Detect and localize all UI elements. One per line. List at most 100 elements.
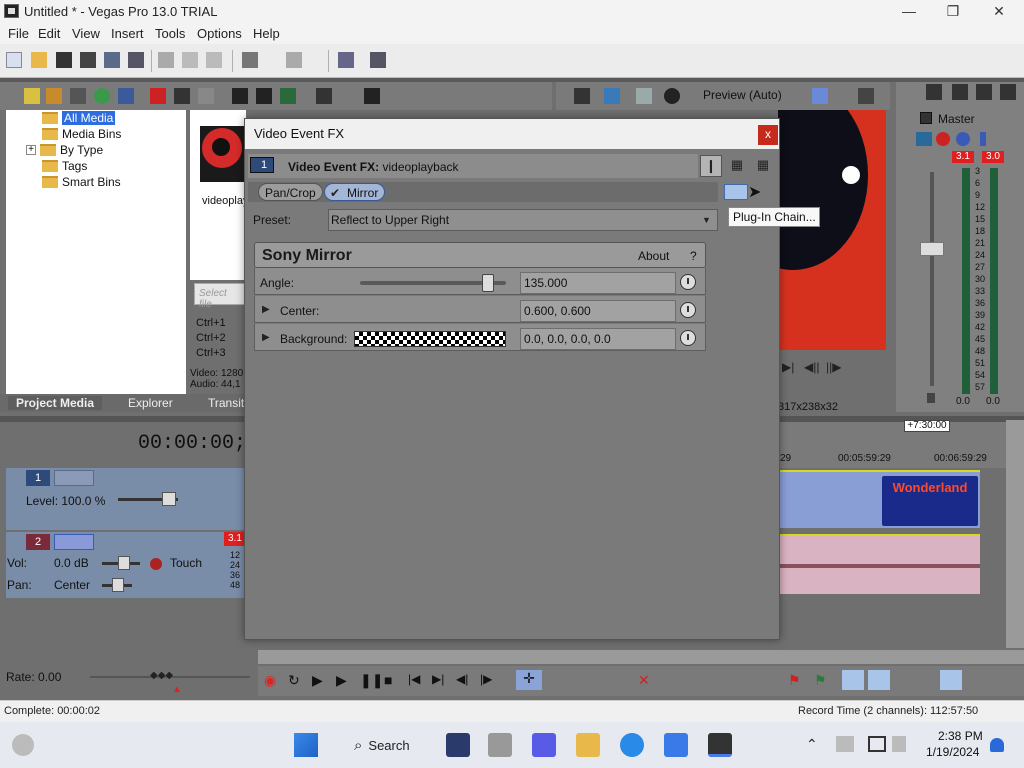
- tree-item-by-type[interactable]: + By Type: [26, 142, 103, 158]
- solo-icon[interactable]: [980, 132, 986, 146]
- audio-track-header[interactable]: 2 Vol: 0.0 dB Touch Pan: Center 3.1 12 2…: [6, 532, 246, 598]
- angle-value-field[interactable]: 135.000: [520, 272, 676, 294]
- auto-preview-icon[interactable]: [280, 88, 296, 104]
- preview-properties-icon[interactable]: [574, 88, 590, 104]
- open-folder-icon[interactable]: [31, 52, 47, 68]
- tree-item-all-media[interactable]: All Media: [42, 110, 116, 126]
- loop-icon[interactable]: ↻: [288, 672, 300, 689]
- overlays-icon[interactable]: [812, 88, 828, 104]
- menu-options[interactable]: Options: [197, 26, 242, 41]
- tree-item-tags[interactable]: Tags: [42, 158, 87, 174]
- premiere-icon[interactable]: [446, 733, 470, 757]
- tab-project-media[interactable]: Project Media: [8, 396, 103, 410]
- auto-ripple-icon[interactable]: [842, 670, 864, 690]
- weather-icon[interactable]: [12, 734, 34, 756]
- chevron-down-icon[interactable]: ▼: [702, 215, 711, 225]
- vegas-taskbar-icon[interactable]: [708, 733, 732, 757]
- menu-insert[interactable]: Insert: [111, 26, 144, 41]
- clock-date[interactable]: 1/19/2024: [926, 745, 979, 759]
- automation-gear-icon[interactable]: [150, 558, 162, 570]
- pause-icon[interactable]: ❚❚: [360, 672, 383, 689]
- background-color-swatch[interactable]: [354, 331, 506, 347]
- media-search-input[interactable]: Select file: [194, 283, 246, 310]
- dialog-close-button[interactable]: x: [758, 125, 778, 145]
- automation-mode[interactable]: Touch: [170, 556, 202, 570]
- redo-icon[interactable]: [286, 52, 302, 68]
- display-icon[interactable]: [868, 736, 886, 752]
- capture-video-icon[interactable]: [46, 88, 62, 104]
- lock-envelopes-icon[interactable]: [868, 670, 890, 690]
- insert-fx-icon[interactable]: [916, 132, 932, 146]
- close-button[interactable]: ✕: [976, 0, 1022, 24]
- background-keyframe-icon[interactable]: [680, 330, 696, 346]
- paste-icon[interactable]: [206, 52, 222, 68]
- tab-explorer[interactable]: Explorer: [128, 396, 173, 410]
- save-icon[interactable]: [56, 52, 72, 68]
- master-fader[interactable]: [920, 242, 944, 256]
- menu-file[interactable]: File: [8, 26, 29, 41]
- layout-grid-icon[interactable]: ▦: [752, 155, 774, 177]
- play-from-start-icon[interactable]: ▶: [312, 672, 323, 689]
- snapping-icon[interactable]: [940, 670, 962, 690]
- edit-tool-icon[interactable]: ✛: [516, 670, 542, 690]
- mute-icon[interactable]: [952, 84, 968, 100]
- task-view-icon[interactable]: [488, 733, 512, 757]
- next-frame-icon[interactable]: ▶|: [782, 360, 794, 374]
- marker-icon[interactable]: ⚑: [788, 672, 801, 689]
- properties-icon[interactable]: [174, 88, 190, 104]
- preset-dropdown[interactable]: Reflect to Upper Right: [328, 209, 718, 231]
- play-preview-icon[interactable]: [232, 88, 248, 104]
- expand-icon[interactable]: +: [26, 145, 36, 155]
- chevron-up-icon[interactable]: ⌃: [806, 736, 818, 753]
- go-end-icon[interactable]: ▶|: [432, 672, 444, 686]
- timeline-vertical-scrollbar[interactable]: [1006, 420, 1024, 648]
- chain-plugin-pan-crop[interactable]: Pan/Crop: [258, 183, 323, 201]
- cut-icon[interactable]: [158, 52, 174, 68]
- menu-edit[interactable]: Edit: [38, 26, 60, 41]
- frame-back-icon[interactable]: ◀||: [804, 360, 819, 374]
- taskbar-search-button[interactable]: ⌕ Search: [344, 730, 436, 760]
- preview-quality-dropdown[interactable]: Preview (Auto): [703, 88, 782, 102]
- menu-view[interactable]: View: [72, 26, 100, 41]
- volume-icon[interactable]: [892, 736, 906, 752]
- background-value-field[interactable]: 0.0, 0.0, 0.0, 0.0: [520, 328, 676, 350]
- menu-help[interactable]: Help: [253, 26, 280, 41]
- prev-frame-icon[interactable]: ◀|: [456, 672, 468, 686]
- plugin-chain-icon[interactable]: [724, 184, 748, 200]
- fx-gear-icon[interactable]: [936, 132, 950, 146]
- region-icon[interactable]: ⚑: [814, 672, 827, 689]
- center-value-field[interactable]: 0.600, 0.600: [520, 300, 676, 322]
- external-monitor-icon[interactable]: [604, 88, 620, 104]
- preview-quality-icon[interactable]: [664, 88, 680, 104]
- undo-icon[interactable]: [242, 52, 258, 68]
- properties-icon[interactable]: [128, 52, 144, 68]
- track-name-field[interactable]: [54, 470, 94, 486]
- minimize-button[interactable]: —: [886, 0, 932, 24]
- import-media-icon[interactable]: [24, 88, 40, 104]
- play-icon[interactable]: ▶: [336, 672, 347, 689]
- meet-icon[interactable]: [532, 733, 556, 757]
- notification-bell-icon[interactable]: [990, 738, 1004, 752]
- clock-time[interactable]: 2:38 PM: [938, 729, 983, 743]
- tree-item-smart-bins[interactable]: Smart Bins: [42, 174, 121, 190]
- record-icon[interactable]: ◉: [264, 672, 276, 689]
- go-start-icon[interactable]: |◀: [408, 672, 420, 686]
- angle-keyframe-icon[interactable]: [680, 274, 696, 290]
- media-generator-icon[interactable]: [198, 88, 214, 104]
- chain-plugin-mirror[interactable]: Mirror: [324, 183, 386, 202]
- vol-slider-thumb[interactable]: [118, 556, 130, 570]
- rate-slider-thumb[interactable]: ◆◆◆: [150, 670, 174, 682]
- layout-single-icon[interactable]: ❙: [700, 155, 722, 177]
- search-icon[interactable]: [364, 88, 380, 104]
- next-frame-icon[interactable]: |▶: [480, 672, 492, 686]
- file-explorer-icon[interactable]: [576, 733, 600, 757]
- stop-icon[interactable]: ■: [384, 672, 392, 688]
- tree-item-media-bins[interactable]: Media Bins: [42, 126, 121, 142]
- angle-slider-thumb[interactable]: [481, 274, 494, 292]
- views-icon[interactable]: [316, 88, 332, 104]
- stop-preview-icon[interactable]: [256, 88, 272, 104]
- refresh-icon[interactable]: [94, 88, 110, 104]
- pan-slider-thumb[interactable]: [112, 578, 124, 592]
- new-icon[interactable]: [6, 52, 22, 68]
- track-name-field[interactable]: [54, 534, 94, 550]
